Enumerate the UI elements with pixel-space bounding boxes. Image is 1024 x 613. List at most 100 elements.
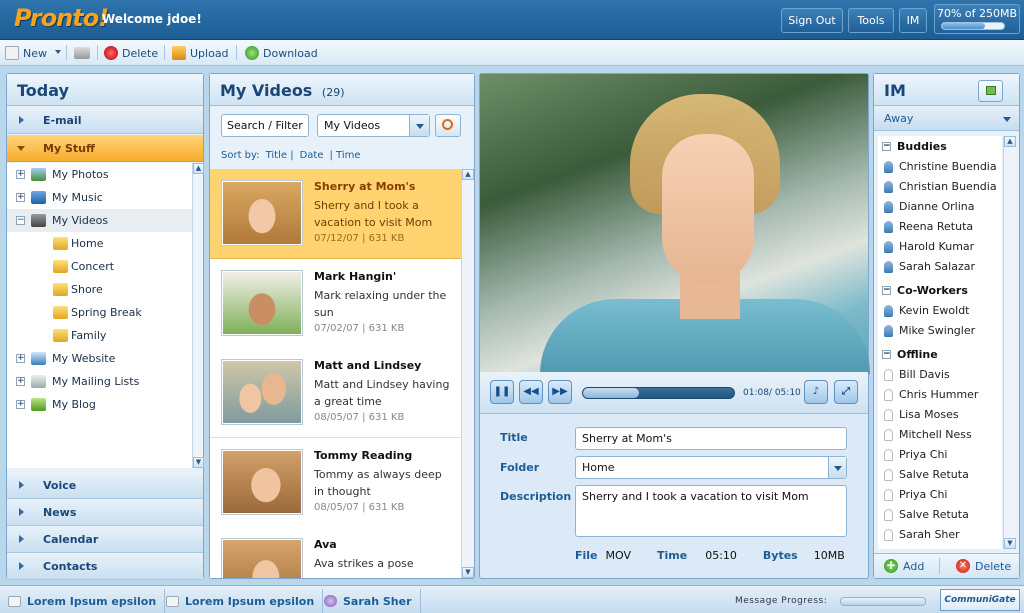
download-button[interactable]: Download bbox=[245, 45, 318, 61]
add-buddy-button[interactable]: + Add bbox=[884, 559, 924, 573]
chat-tab[interactable]: Lorem Ipsum epsilon bbox=[158, 589, 324, 613]
buddy-item[interactable]: Harold Kumar bbox=[884, 240, 974, 253]
search-button[interactable] bbox=[435, 114, 461, 137]
buddy-group[interactable]: − Co-Workers bbox=[882, 284, 968, 297]
collapse-icon[interactable]: − bbox=[882, 286, 891, 295]
fast-forward-icon[interactable]: ▶▶ bbox=[548, 380, 572, 404]
chat-tab[interactable]: Lorem Ipsum epsilon bbox=[0, 589, 166, 613]
buddy-item[interactable]: Kevin Ewoldt bbox=[884, 304, 970, 317]
sign-out-button[interactable]: Sign Out bbox=[781, 8, 843, 33]
buddy-item[interactable]: Mike Swingler bbox=[884, 324, 975, 337]
fullscreen-icon[interactable]: ⤢ bbox=[834, 380, 858, 404]
tools-button[interactable]: Tools bbox=[848, 8, 894, 33]
video-thumbnail bbox=[221, 538, 303, 578]
collapse-icon[interactable]: − bbox=[16, 216, 25, 225]
video-list-item[interactable]: Sherry at Mom's Sherry and I took a vacat… bbox=[210, 169, 461, 259]
nav-my-stuff[interactable]: My Stuff bbox=[7, 135, 203, 162]
im-button[interactable]: IM bbox=[899, 8, 927, 33]
buddy-name: Priya Chi bbox=[899, 448, 948, 461]
volume-icon[interactable]: ♪ bbox=[804, 380, 828, 404]
expand-icon[interactable]: + bbox=[16, 377, 25, 386]
popout-window-icon[interactable] bbox=[978, 80, 1003, 102]
description-field[interactable]: Sherry and I took a vacation to visit Mo… bbox=[575, 485, 847, 537]
tree-item[interactable]: Family bbox=[7, 324, 192, 347]
print-icon[interactable] bbox=[74, 47, 90, 59]
chevron-down-icon[interactable] bbox=[55, 50, 61, 54]
dropdown-button[interactable] bbox=[828, 457, 846, 478]
sort-by-title[interactable]: Title | bbox=[266, 150, 294, 161]
buddy-item[interactable]: Mitchell Ness bbox=[884, 428, 972, 441]
buddy-item[interactable]: Dianne Orlina bbox=[884, 200, 974, 213]
playback-progress[interactable] bbox=[582, 387, 735, 399]
buddy-item[interactable]: Priya Chi bbox=[884, 488, 947, 501]
upload-button[interactable]: Upload bbox=[172, 45, 229, 61]
expand-icon[interactable]: + bbox=[16, 170, 25, 179]
search-input[interactable]: Search / Filter bbox=[221, 114, 309, 137]
buddy-item[interactable]: Priya Chi bbox=[884, 448, 947, 461]
tree-item[interactable]: + My Mailing Lists bbox=[7, 370, 192, 393]
rewind-icon[interactable]: ◀◀ bbox=[519, 380, 543, 404]
buddy-group[interactable]: − Buddies bbox=[882, 140, 947, 153]
buddy-list-scrollbar[interactable]: ▲ ▼ bbox=[1003, 136, 1016, 549]
buddy-item[interactable]: Salve Retuta bbox=[884, 508, 969, 521]
sort-by-date[interactable]: Date bbox=[300, 150, 324, 161]
tree-item[interactable]: + My Photos bbox=[7, 163, 192, 186]
tree-scrollbar[interactable]: ▲ ▼ bbox=[192, 163, 204, 468]
title-field[interactable]: Sherry at Mom's bbox=[575, 427, 847, 450]
buddy-item[interactable]: Sarah Salazar bbox=[884, 260, 975, 273]
nav-voice[interactable]: Voice bbox=[7, 472, 203, 499]
scroll-down-icon[interactable]: ▼ bbox=[462, 567, 474, 578]
buddy-item[interactable]: Reena Retuta bbox=[884, 220, 973, 233]
tree-item[interactable]: Home bbox=[7, 232, 192, 255]
tree-item[interactable]: + My Music bbox=[7, 186, 192, 209]
buddy-online-icon bbox=[884, 220, 893, 233]
status-bar: Lorem Ipsum epsilon Lorem Ipsum epsilon … bbox=[0, 585, 1024, 613]
buddy-item[interactable]: Lisa Moses bbox=[884, 408, 959, 421]
tree-item[interactable]: + My Blog bbox=[7, 393, 192, 416]
nav-news[interactable]: News bbox=[7, 499, 203, 526]
tree-item[interactable]: Concert bbox=[7, 255, 192, 278]
nav-contacts[interactable]: Contacts bbox=[7, 553, 203, 580]
new-button[interactable]: New bbox=[5, 45, 47, 61]
collapse-icon[interactable]: − bbox=[882, 350, 891, 359]
buddy-group[interactable]: − Offline bbox=[882, 348, 938, 361]
expand-icon[interactable]: + bbox=[16, 400, 25, 409]
delete-buddy-button[interactable]: ✕ Delete bbox=[956, 559, 1011, 573]
expand-icon[interactable]: + bbox=[16, 354, 25, 363]
video-list-item[interactable]: Tommy Reading Tommy as always deep in tho… bbox=[210, 437, 461, 528]
video-list-item[interactable]: Mark Hangin' Mark relaxing under the sun 0… bbox=[210, 258, 461, 349]
scroll-down-icon[interactable]: ▼ bbox=[193, 457, 204, 468]
nav-calendar[interactable]: Calendar bbox=[7, 526, 203, 553]
tree-item[interactable]: Shore bbox=[7, 278, 192, 301]
video-list-item[interactable]: Matt and Lindsey Matt and Lindsey having … bbox=[210, 348, 461, 438]
nav-email[interactable]: E-mail bbox=[7, 107, 203, 134]
delete-button[interactable]: Delete bbox=[104, 45, 158, 61]
scroll-up-icon[interactable]: ▲ bbox=[193, 163, 204, 174]
expand-icon[interactable]: + bbox=[16, 193, 25, 202]
scroll-down-icon[interactable]: ▼ bbox=[1004, 538, 1016, 549]
upload-label: Upload bbox=[190, 46, 229, 60]
dropdown-button[interactable] bbox=[409, 115, 429, 136]
tree-item[interactable]: Spring Break bbox=[7, 301, 192, 324]
buddy-item[interactable]: Bill Davis bbox=[884, 368, 950, 381]
folder-select[interactable]: Home bbox=[575, 456, 847, 479]
buddy-item[interactable]: Sarah Sher bbox=[884, 528, 960, 541]
chat-tab[interactable]: Sarah Sher bbox=[316, 589, 421, 613]
scroll-up-icon[interactable]: ▲ bbox=[1004, 136, 1016, 147]
collapse-icon[interactable]: − bbox=[882, 142, 891, 151]
video-list-scrollbar[interactable]: ▲ ▼ bbox=[461, 169, 474, 578]
pause-icon[interactable]: ❚❚ bbox=[490, 380, 514, 404]
tree-item[interactable]: + My Website bbox=[7, 347, 192, 370]
tree-item[interactable]: − My Videos bbox=[7, 209, 192, 232]
buddy-item[interactable]: Christian Buendia bbox=[884, 180, 997, 193]
video-preview[interactable] bbox=[480, 74, 870, 374]
buddy-item[interactable]: Chris Hummer bbox=[884, 388, 978, 401]
video-list-item[interactable]: Ava Ava strikes a pose bbox=[210, 527, 461, 578]
buddy-item[interactable]: Christine Buendia bbox=[884, 160, 997, 173]
scroll-up-icon[interactable]: ▲ bbox=[462, 169, 474, 180]
status-select[interactable]: Away bbox=[874, 107, 1019, 131]
scope-select[interactable]: My Videos bbox=[317, 114, 430, 137]
buddy-item[interactable]: Salve Retuta bbox=[884, 468, 969, 481]
buddy-list: − Buddies Christine Buendia Christian Buend… bbox=[878, 136, 1002, 549]
sort-by-time[interactable]: | Time bbox=[329, 150, 360, 161]
